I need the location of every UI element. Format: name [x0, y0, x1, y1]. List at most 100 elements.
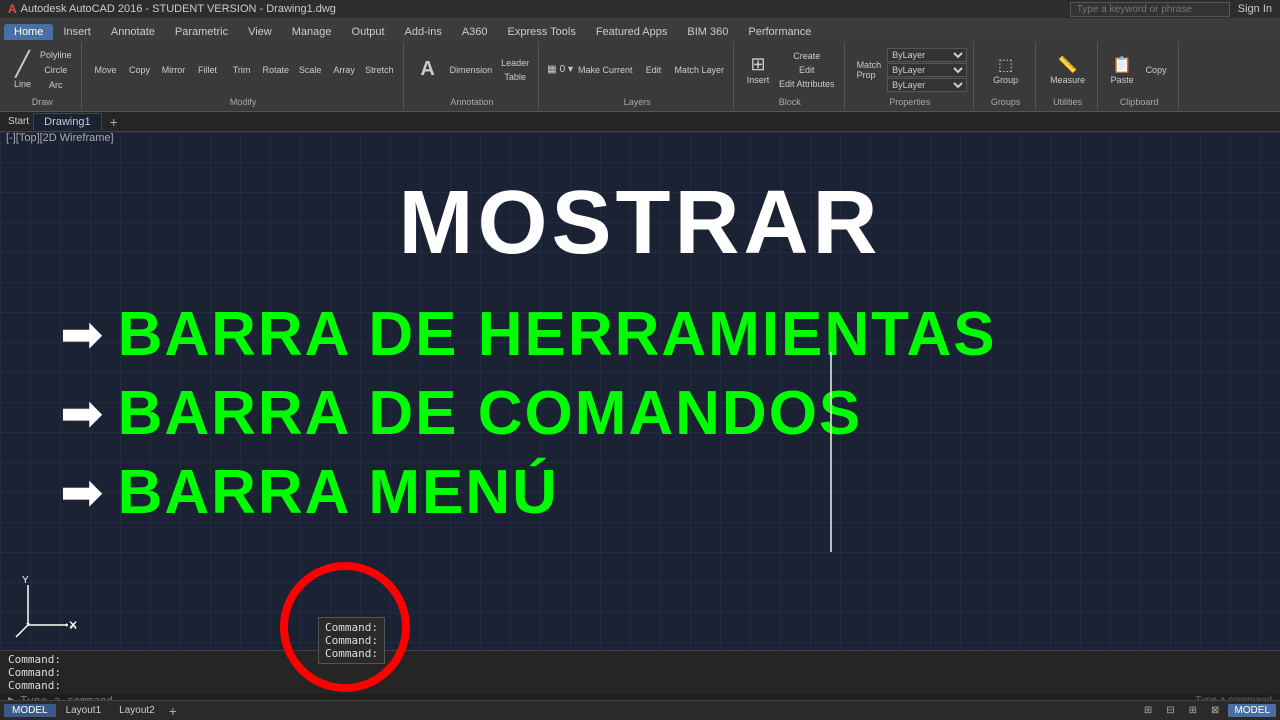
model-status-button[interactable]: MODEL — [1228, 704, 1276, 717]
arrow-icon-3: ➡ — [60, 467, 104, 519]
model-tab[interactable]: MODEL — [4, 704, 56, 717]
bottom-tabs: MODEL Layout1 Layout2 + ⊞ ⊟ ⊞ ⊠ MODEL — [0, 700, 1280, 720]
edit-attributes-button[interactable]: Edit Attributes — [776, 77, 838, 91]
layout1-tab[interactable]: Layout1 — [58, 704, 110, 717]
tab-a360[interactable]: A360 — [452, 24, 498, 40]
tab-addins[interactable]: Add-ins — [395, 24, 452, 40]
cursor-line — [830, 352, 832, 552]
tab-performance[interactable]: Performance — [738, 24, 821, 40]
make-current-button[interactable]: Make Current — [575, 63, 636, 77]
scale-button[interactable]: Scale — [294, 63, 326, 77]
bylayer-color-select[interactable]: ByLayer — [887, 48, 967, 62]
edit-block-button[interactable]: Edit — [776, 63, 838, 77]
modify-label: Modify — [230, 97, 257, 107]
item-text-3: BARRA MENÚ — [118, 457, 559, 528]
arrow-item-1: ➡ BARRA DE HERRAMIENTAS — [0, 299, 1280, 370]
trim-button[interactable]: Trim — [226, 63, 258, 77]
ribbon-group-layers: ▦ 0 ▾ Make Current Edit Match Layer Laye… — [541, 42, 734, 109]
start-tab[interactable]: Start — [4, 115, 33, 128]
fillet-button[interactable]: Fillet — [192, 63, 224, 77]
cmd-line-2: Command: — [8, 666, 1272, 679]
properties-label: Properties — [889, 97, 930, 107]
tab-annotate[interactable]: Annotate — [101, 24, 165, 40]
main-title: MOSTRAR — [399, 172, 882, 275]
axes-indicator: Y X — [8, 565, 88, 645]
search-input[interactable] — [1070, 2, 1230, 17]
ribbon-tabs: Home Insert Annotate Parametric View Man… — [0, 18, 1280, 40]
layer-dropdown[interactable]: 0 ▾ — [560, 64, 573, 75]
match-properties-button[interactable]: MatchProp — [853, 58, 886, 82]
rotate-button[interactable]: Rotate — [260, 63, 293, 77]
insert-icon: ⊞ — [750, 54, 765, 75]
utilities-tools: 📏 Measure — [1046, 44, 1089, 95]
insert-button[interactable]: ⊞ Insert — [742, 52, 774, 87]
sign-in-button[interactable]: Sign In — [1238, 3, 1272, 15]
line-button[interactable]: ╱ Line — [10, 48, 35, 91]
drawing-area[interactable]: MOSTRAR ➡ BARRA DE HERRAMIENTAS ➡ BARRA … — [0, 132, 1280, 670]
tab-insert[interactable]: Insert — [53, 24, 101, 40]
tab-view[interactable]: View — [238, 24, 282, 40]
circle-button[interactable]: Circle — [37, 63, 75, 77]
dimension-button[interactable]: Dimension — [446, 63, 497, 77]
array-button[interactable]: Array — [328, 63, 360, 77]
clipboard-tools: 📋 Paste Copy — [1106, 44, 1172, 95]
main-content: MOSTRAR ➡ BARRA DE HERRAMIENTAS ➡ BARRA … — [0, 132, 1280, 670]
copy-button[interactable]: Copy — [124, 63, 156, 77]
grid-toggle[interactable]: ⊟ — [1161, 704, 1179, 717]
status-bar-right: ⊞ ⊟ ⊞ ⊠ MODEL — [1139, 704, 1276, 717]
clipboard-label: Clipboard — [1120, 97, 1159, 107]
stretch-button[interactable]: Stretch — [362, 63, 397, 77]
ribbon-group-annotation: A Dimension Leader Table Annotation — [406, 42, 540, 109]
paste-button[interactable]: 📋 Paste — [1106, 53, 1138, 87]
measure-button[interactable]: 📏 Measure — [1046, 53, 1089, 87]
text-button[interactable]: A — [412, 56, 444, 83]
item-text-1: BARRA DE HERRAMIENTAS — [118, 299, 997, 370]
leader-button[interactable]: Leader — [498, 56, 532, 70]
title-bar-right: Sign In — [1070, 2, 1272, 17]
block-tools: ⊞ Insert Create Edit Edit Attributes — [742, 44, 838, 95]
ribbon-group-draw: ╱ Line Polyline Circle Arc Draw — [4, 42, 82, 109]
drawing1-tab[interactable]: Drawing1 — [33, 113, 101, 130]
bylayer-lineweight-select[interactable]: ByLayer — [887, 78, 967, 92]
new-drawing-button[interactable]: + — [104, 114, 124, 130]
paste-icon: 📋 — [1112, 55, 1132, 75]
polyline-button[interactable]: Polyline — [37, 48, 75, 62]
layout2-tab[interactable]: Layout2 — [111, 704, 163, 717]
annotation-tools: A Dimension Leader Table — [412, 44, 533, 95]
match-layer-button[interactable]: Match Layer — [672, 63, 728, 77]
tab-featured[interactable]: Featured Apps — [586, 24, 678, 40]
tab-output[interactable]: Output — [342, 24, 395, 40]
group-button[interactable]: ⬚ Group — [989, 53, 1022, 87]
ribbon-group-clipboard: 📋 Paste Copy Clipboard — [1100, 42, 1179, 109]
create-button[interactable]: Create — [776, 49, 838, 63]
command-line-1: Command: — [325, 621, 378, 634]
ortho-toggle[interactable]: ⊞ — [1184, 704, 1202, 717]
groups-label: Groups — [991, 97, 1021, 107]
title-bar: A Autodesk AutoCAD 2016 - STUDENT VERSIO… — [0, 0, 1280, 18]
bylayer-linetype-select[interactable]: ByLayer — [887, 63, 967, 77]
arrow-icon-1: ➡ — [60, 309, 104, 361]
copy-clipboard-button[interactable]: Copy — [1140, 63, 1172, 77]
tab-parametric[interactable]: Parametric — [165, 24, 238, 40]
ribbon-group-block: ⊞ Insert Create Edit Edit Attributes Blo… — [736, 42, 845, 109]
polar-toggle[interactable]: ⊠ — [1206, 704, 1224, 717]
arrow-item-3: ➡ BARRA MENÚ — [0, 457, 1280, 528]
svg-text:Y: Y — [22, 575, 29, 586]
tab-bim[interactable]: BIM 360 — [677, 24, 738, 40]
layer-tools: ▦ 0 ▾ Make Current Edit Match Layer — [547, 44, 727, 95]
command-output: Command: Command: Command: — [0, 651, 1280, 694]
move-button[interactable]: Move — [90, 63, 122, 77]
cmd-line-1: Command: — [8, 653, 1272, 666]
tab-home[interactable]: Home — [4, 24, 53, 40]
tab-manage[interactable]: Manage — [282, 24, 342, 40]
mirror-button[interactable]: Mirror — [158, 63, 190, 77]
tab-express[interactable]: Express Tools — [498, 24, 586, 40]
add-layout-button[interactable]: + — [165, 703, 181, 719]
autocad-logo: A — [8, 2, 17, 16]
arc-button[interactable]: Arc — [37, 78, 75, 92]
edit-button[interactable]: Edit — [638, 63, 670, 77]
title-bar-text: Autodesk AutoCAD 2016 - STUDENT VERSION … — [21, 3, 336, 15]
snap-toggle[interactable]: ⊞ — [1139, 704, 1157, 717]
table-button[interactable]: Table — [498, 70, 532, 84]
utilities-label: Utilities — [1053, 97, 1082, 107]
